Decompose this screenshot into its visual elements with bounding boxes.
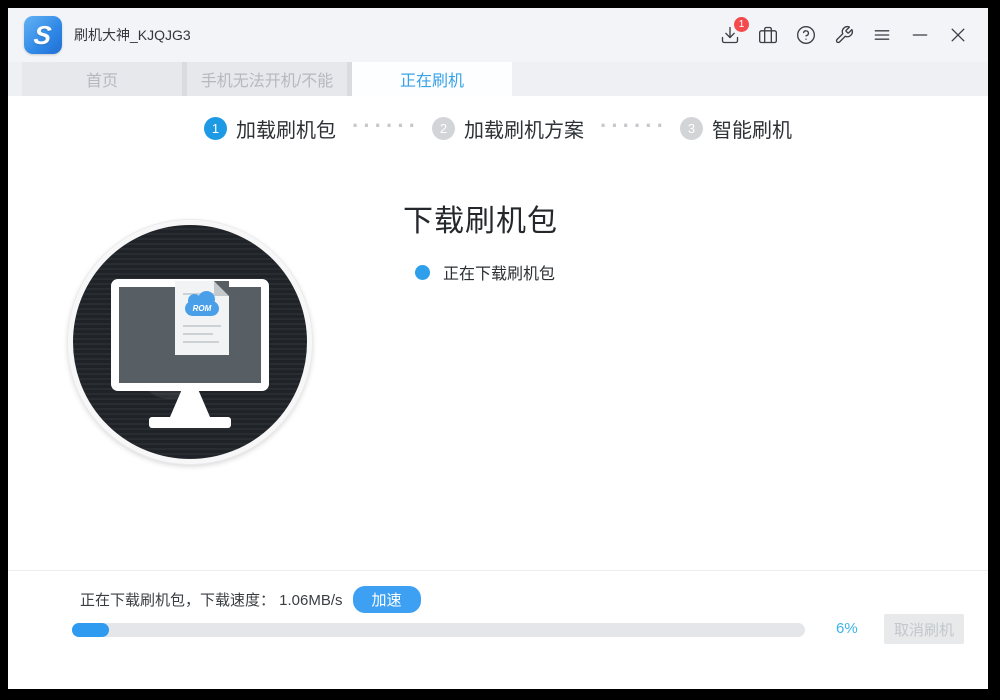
step-separator-dots: ······ <box>346 115 422 143</box>
step-smart-flash: 3 智能刷机 <box>680 114 792 143</box>
briefcase-icon <box>758 25 778 45</box>
tab-bar: 首页 手机无法开机/不能 正在刷机 <box>8 62 988 96</box>
monitor-graphic: ROM <box>111 279 269 391</box>
app-logo-letter: S <box>33 22 53 48</box>
close-button[interactable] <box>946 23 970 47</box>
step-load-package: 1 加载刷机包 <box>204 114 336 143</box>
download-status-text: 正在下载刷机包，下载速度： 1.06MB/s <box>80 589 343 610</box>
main-content: 1 加载刷机包 ······ 2 加载刷机方案 ······ 3 智能刷机 <box>8 96 988 689</box>
progress-percent: 6% <box>836 620 880 637</box>
footer-divider <box>8 570 988 571</box>
tab-home[interactable]: 首页 <box>22 62 182 96</box>
accelerate-button[interactable]: 加速 <box>353 586 421 613</box>
rom-label: ROM <box>185 301 219 316</box>
help-icon <box>796 25 816 45</box>
document-text-line <box>183 325 221 327</box>
status-dot <box>415 265 430 280</box>
page-title: 下载刷机包 <box>403 196 558 240</box>
tab-phone-cannot-boot[interactable]: 手机无法开机/不能 <box>187 62 347 96</box>
document-text-line <box>183 333 213 335</box>
download-illustration: ROM <box>68 220 312 464</box>
step-number: 2 <box>432 117 455 140</box>
step-number: 3 <box>680 117 703 140</box>
hero-section: 下载刷机包 正在下载刷机包 <box>403 196 558 284</box>
step-label: 加载刷机方案 <box>464 114 584 143</box>
app-title: 刷机大神_KJQJG3 <box>74 25 191 45</box>
titlebar: S 刷机大神_KJQJG3 1 <box>8 8 988 62</box>
progress-bar <box>72 623 805 637</box>
wizard-steps: 1 加载刷机包 ······ 2 加载刷机方案 ······ 3 智能刷机 <box>8 114 988 143</box>
cancel-flash-button[interactable]: 取消刷机 <box>884 614 964 644</box>
monitor-stand-base <box>149 417 231 428</box>
minimize-button[interactable] <box>908 23 932 47</box>
notification-badge: 1 <box>734 17 749 32</box>
step-label: 智能刷机 <box>712 114 792 143</box>
help-button[interactable] <box>794 23 818 47</box>
titlebar-icons: 1 <box>718 23 970 47</box>
menu-button[interactable] <box>870 23 894 47</box>
close-icon <box>948 25 968 45</box>
step-separator-dots: ······ <box>594 115 670 143</box>
footer-status-row: 正在下载刷机包，下载速度： 1.06MB/s 加速 <box>80 586 421 613</box>
toolbox-button[interactable] <box>756 23 780 47</box>
hero-status-text: 正在下载刷机包 <box>443 260 555 284</box>
tab-flashing[interactable]: 正在刷机 <box>352 62 512 96</box>
monitor-screen: ROM <box>119 287 261 383</box>
hero-status-row: 正在下载刷机包 <box>415 260 558 284</box>
progress-fill <box>72 623 109 637</box>
step-label: 加载刷机包 <box>236 114 336 143</box>
wrench-icon <box>834 25 854 45</box>
hamburger-menu-icon <box>872 25 892 45</box>
rom-document-icon: ROM <box>175 281 229 355</box>
app-window: S 刷机大神_KJQJG3 1 <box>8 8 988 689</box>
tab-row: 首页 手机无法开机/不能 正在刷机 <box>22 62 512 96</box>
rom-cloud-icon: ROM <box>185 301 219 316</box>
download-button[interactable]: 1 <box>718 23 742 47</box>
app-logo: S <box>24 16 62 54</box>
minimize-icon <box>910 25 930 45</box>
settings-button[interactable] <box>832 23 856 47</box>
document-text-line <box>183 341 219 343</box>
step-number: 1 <box>204 117 227 140</box>
step-load-plan: 2 加载刷机方案 <box>432 114 584 143</box>
